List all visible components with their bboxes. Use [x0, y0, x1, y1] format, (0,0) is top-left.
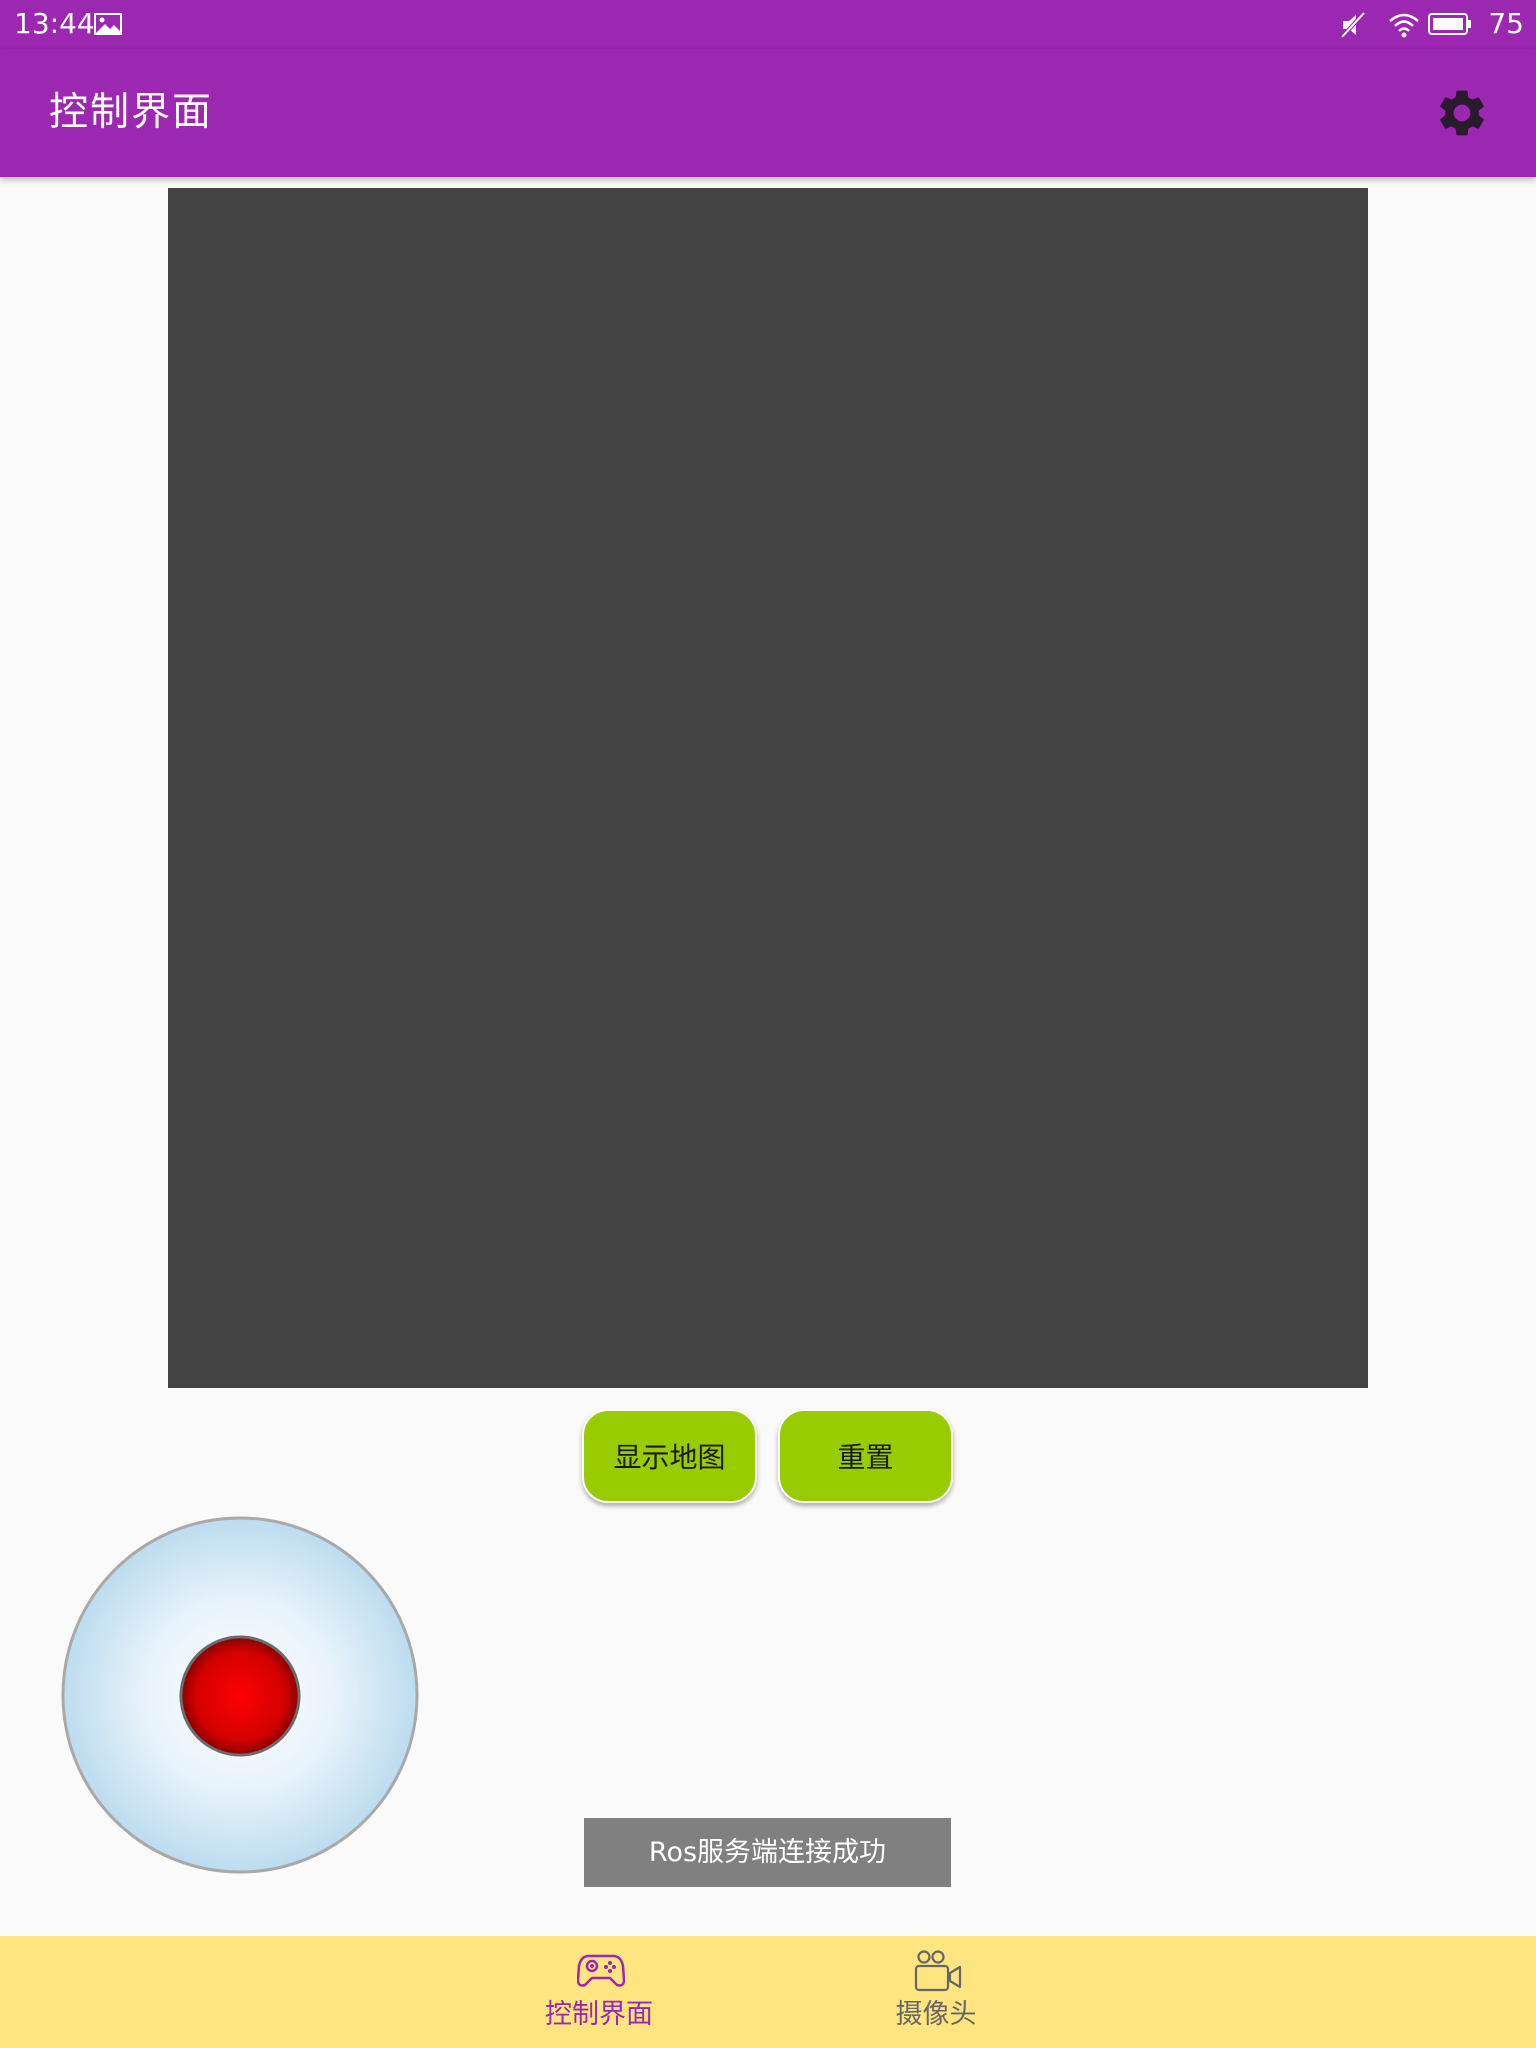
page-title: 控制界面 — [49, 90, 214, 135]
gamepad-icon — [576, 1950, 626, 1994]
settings-button[interactable] — [1430, 83, 1494, 147]
nav-label-control: 控制界面 — [545, 1999, 653, 2030]
nav-item-camera[interactable]: 摄像头 — [846, 1936, 1026, 2048]
battery-icon — [1428, 13, 1472, 39]
map-view[interactable] — [168, 188, 1368, 1388]
joystick-knob[interactable] — [179, 1635, 301, 1757]
reset-button[interactable]: 重置 — [778, 1409, 953, 1503]
nav-label-camera: 摄像头 — [895, 1999, 977, 2030]
show-map-button[interactable]: 显示地图 — [582, 1409, 757, 1503]
mute-icon — [1340, 11, 1366, 43]
wifi-icon — [1388, 11, 1420, 43]
video-camera-icon — [914, 1950, 964, 1996]
joystick[interactable] — [61, 1516, 419, 1874]
app-bar: 控制界面 — [0, 49, 1536, 177]
battery-level: 75 — [1488, 7, 1524, 40]
gear-icon — [1434, 85, 1490, 145]
bottom-nav: 控制界面 摄像头 — [0, 1936, 1536, 2048]
image-icon — [94, 13, 122, 39]
nav-item-control[interactable]: 控制界面 — [509, 1936, 689, 2048]
status-time: 13:44 — [14, 7, 95, 40]
toast-message: Ros服务端连接成功 — [584, 1818, 951, 1887]
status-bar: 13:44 75 — [0, 0, 1536, 49]
